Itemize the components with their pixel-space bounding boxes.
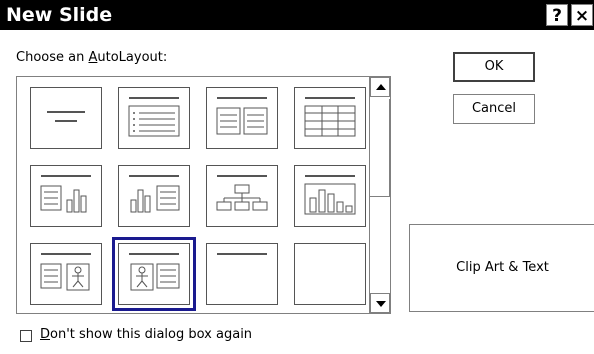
layout-two-column-text[interactable] — [206, 87, 278, 149]
arrow-down-icon — [376, 301, 386, 307]
cancel-button[interactable]: Cancel — [453, 94, 535, 124]
dont-show-label[interactable]: Don't show this dialog box again — [40, 327, 252, 342]
autolayout-label-suffix: utoLayout: — [97, 50, 168, 65]
close-icon: × — [574, 6, 590, 26]
layout-title-only[interactable] — [206, 243, 278, 305]
autolayout-label-prefix: Choose an — [16, 50, 89, 65]
layout-name-label: Clip Art & Text — [456, 260, 549, 275]
title-slide-icon — [47, 111, 85, 122]
clip-art-and-text-icon — [129, 253, 180, 291]
layout-preview: Clip Art & Text — [409, 224, 594, 312]
arrow-up-icon — [376, 84, 386, 90]
bulleted-list-icon — [128, 97, 180, 137]
layout-title-slide[interactable] — [30, 87, 102, 149]
dont-show-checkbox[interactable] — [20, 330, 32, 342]
layout-scrollbar[interactable] — [369, 76, 391, 314]
text-and-chart-icon — [40, 175, 91, 213]
layout-text-and-clip-art[interactable] — [30, 243, 102, 305]
layout-bulleted-list[interactable] — [118, 87, 190, 149]
text-and-clip-art-icon — [40, 253, 91, 291]
help-button[interactable]: ? — [546, 4, 568, 26]
autolayout-label: Choose an AutoLayout: — [16, 50, 167, 65]
help-icon: ? — [552, 6, 562, 26]
scroll-down-button[interactable] — [370, 293, 390, 313]
ok-button[interactable]: OK — [453, 52, 535, 82]
new-slide-dialog: New Slide ? × Choose an AutoLayout: OK C… — [0, 0, 594, 354]
layout-blank[interactable] — [294, 243, 366, 305]
layout-text-and-chart[interactable] — [30, 165, 102, 227]
blank-icon — [295, 244, 365, 304]
dialog-title: New Slide — [6, 4, 113, 26]
dont-show-text: on't show this dialog box again — [50, 327, 253, 342]
layout-chart[interactable] — [294, 165, 366, 227]
layout-table[interactable] — [294, 87, 366, 149]
layout-chart-and-text[interactable] — [118, 165, 190, 227]
title-only-icon — [217, 253, 267, 255]
close-button[interactable]: × — [571, 4, 593, 26]
chart-and-text-icon — [129, 175, 180, 213]
scroll-up-button[interactable] — [370, 77, 390, 97]
layout-organization-chart[interactable] — [206, 165, 278, 227]
two-column-text-icon — [216, 97, 268, 135]
layout-clip-art-and-text[interactable] — [112, 237, 196, 311]
organization-chart-icon — [216, 175, 268, 211]
table-icon — [304, 97, 356, 137]
dont-show-accel: D — [40, 327, 51, 342]
autolayout-list[interactable] — [16, 76, 384, 314]
scroll-thumb[interactable] — [370, 99, 390, 197]
chart-icon — [304, 175, 356, 215]
title-bar[interactable]: New Slide ? × — [0, 0, 594, 30]
